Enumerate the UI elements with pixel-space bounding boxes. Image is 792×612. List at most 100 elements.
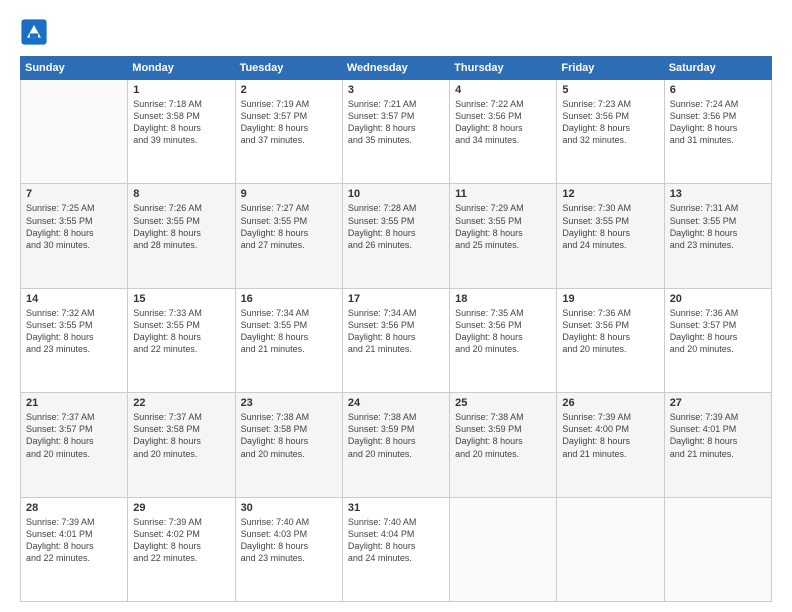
day-info: Sunrise: 7:22 AM Sunset: 3:56 PM Dayligh… — [455, 98, 551, 147]
calendar-cell: 20Sunrise: 7:36 AM Sunset: 3:57 PM Dayli… — [664, 288, 771, 392]
calendar-cell — [664, 497, 771, 601]
calendar-cell — [21, 80, 128, 184]
calendar-cell: 24 Sunrise: 7:38 AM Sunset: 3:59 PM Dayli… — [342, 393, 449, 497]
calendar-cell: 25 Sunrise: 7:38 AM Sunset: 3:59 PM Dayli… — [450, 393, 557, 497]
day-info: Sunrise: 7:35 AM Sunset: 3:56 PM Dayligh… — [455, 307, 551, 356]
calendar-cell: 8Sunrise: 7:26 AM Sunset: 3:55 PM Daylig… — [128, 184, 235, 288]
day-info: Sunrise: 7:19 AM Sunset: 3:57 PM Dayligh… — [241, 98, 337, 147]
day-info: Sunrise: 7:24 AM Sunset: 3:56 PM Dayligh… — [670, 98, 766, 147]
calendar-week-row: 21 Sunrise: 7:37 AM Sunset: 3:57 PM Dayli… — [21, 393, 772, 497]
calendar-cell: 27 Sunrise: 7:39 AM Sunset: 4:01 PM Dayli… — [664, 393, 771, 497]
calendar-cell: 11 Sunrise: 7:29 AM Sunset: 3:55 PM Dayli… — [450, 184, 557, 288]
day-number: 3 — [348, 84, 444, 96]
day-number: 4 — [455, 84, 551, 96]
calendar-cell: 10Sunrise: 7:28 AM Sunset: 3:55 PM Dayli… — [342, 184, 449, 288]
calendar-day-header: Saturday — [664, 57, 771, 80]
calendar-week-row: 1 Sunrise: 7:18 AM Sunset: 3:58 PM Daylig… — [21, 80, 772, 184]
day-info: Sunrise: 7:28 AM Sunset: 3:55 PM Dayligh… — [348, 202, 444, 251]
day-info: Sunrise: 7:31 AM Sunset: 3:55 PM Dayligh… — [670, 202, 766, 251]
day-number: 15 — [133, 293, 229, 305]
day-info: Sunrise: 7:38 AM Sunset: 3:59 PM Dayligh… — [348, 411, 444, 460]
calendar-cell: 4 Sunrise: 7:22 AM Sunset: 3:56 PM Daylig… — [450, 80, 557, 184]
day-info: Sunrise: 7:23 AM Sunset: 3:56 PM Dayligh… — [562, 98, 658, 147]
day-number: 9 — [241, 188, 337, 200]
day-info: Sunrise: 7:39 AM Sunset: 4:00 PM Dayligh… — [562, 411, 658, 460]
day-number: 31 — [348, 502, 444, 514]
calendar-cell: 1 Sunrise: 7:18 AM Sunset: 3:58 PM Daylig… — [128, 80, 235, 184]
day-info: Sunrise: 7:36 AM Sunset: 3:57 PM Dayligh… — [670, 307, 766, 356]
calendar-cell: 18 Sunrise: 7:35 AM Sunset: 3:56 PM Dayli… — [450, 288, 557, 392]
day-info: Sunrise: 7:26 AM Sunset: 3:55 PM Dayligh… — [133, 202, 229, 251]
day-info: Sunrise: 7:38 AM Sunset: 3:59 PM Dayligh… — [455, 411, 551, 460]
day-number: 21 — [26, 397, 122, 409]
calendar-week-row: 28 Sunrise: 7:39 AM Sunset: 4:01 PM Dayli… — [21, 497, 772, 601]
day-number: 5 — [562, 84, 658, 96]
calendar-cell: 31Sunrise: 7:40 AM Sunset: 4:04 PM Dayli… — [342, 497, 449, 601]
day-info: Sunrise: 7:36 AM Sunset: 3:56 PM Dayligh… — [562, 307, 658, 356]
day-info: Sunrise: 7:27 AM Sunset: 3:55 PM Dayligh… — [241, 202, 337, 251]
day-number: 2 — [241, 84, 337, 96]
calendar-cell: 22Sunrise: 7:37 AM Sunset: 3:58 PM Dayli… — [128, 393, 235, 497]
day-number: 17 — [348, 293, 444, 305]
day-number: 13 — [670, 188, 766, 200]
header — [20, 18, 772, 46]
calendar-day-header: Wednesday — [342, 57, 449, 80]
day-info: Sunrise: 7:25 AM Sunset: 3:55 PM Dayligh… — [26, 202, 122, 251]
day-number: 23 — [241, 397, 337, 409]
calendar-cell: 29 Sunrise: 7:39 AM Sunset: 4:02 PM Dayli… — [128, 497, 235, 601]
calendar-cell: 9 Sunrise: 7:27 AM Sunset: 3:55 PM Daylig… — [235, 184, 342, 288]
calendar-week-row: 14Sunrise: 7:32 AM Sunset: 3:55 PM Dayli… — [21, 288, 772, 392]
day-number: 27 — [670, 397, 766, 409]
day-info: Sunrise: 7:18 AM Sunset: 3:58 PM Dayligh… — [133, 98, 229, 147]
calendar-day-header: Tuesday — [235, 57, 342, 80]
day-number: 19 — [562, 293, 658, 305]
day-info: Sunrise: 7:34 AM Sunset: 3:55 PM Dayligh… — [241, 307, 337, 356]
day-number: 11 — [455, 188, 551, 200]
day-number: 1 — [133, 84, 229, 96]
logo-icon — [20, 18, 48, 46]
calendar-table: SundayMondayTuesdayWednesdayThursdayFrid… — [20, 56, 772, 602]
day-info: Sunrise: 7:29 AM Sunset: 3:55 PM Dayligh… — [455, 202, 551, 251]
day-number: 25 — [455, 397, 551, 409]
calendar-cell: 30Sunrise: 7:40 AM Sunset: 4:03 PM Dayli… — [235, 497, 342, 601]
day-number: 7 — [26, 188, 122, 200]
day-number: 16 — [241, 293, 337, 305]
day-number: 12 — [562, 188, 658, 200]
calendar-cell: 23 Sunrise: 7:38 AM Sunset: 3:58 PM Dayli… — [235, 393, 342, 497]
day-info: Sunrise: 7:34 AM Sunset: 3:56 PM Dayligh… — [348, 307, 444, 356]
day-info: Sunrise: 7:37 AM Sunset: 3:57 PM Dayligh… — [26, 411, 122, 460]
calendar-cell: 12 Sunrise: 7:30 AM Sunset: 3:55 PM Dayli… — [557, 184, 664, 288]
calendar-cell: 15Sunrise: 7:33 AM Sunset: 3:55 PM Dayli… — [128, 288, 235, 392]
day-number: 18 — [455, 293, 551, 305]
day-info: Sunrise: 7:21 AM Sunset: 3:57 PM Dayligh… — [348, 98, 444, 147]
calendar-header-row: SundayMondayTuesdayWednesdayThursdayFrid… — [21, 57, 772, 80]
calendar-cell — [557, 497, 664, 601]
calendar-cell: 7 Sunrise: 7:25 AM Sunset: 3:55 PM Daylig… — [21, 184, 128, 288]
calendar-cell: 26 Sunrise: 7:39 AM Sunset: 4:00 PM Dayli… — [557, 393, 664, 497]
calendar-cell — [450, 497, 557, 601]
day-number: 24 — [348, 397, 444, 409]
day-number: 29 — [133, 502, 229, 514]
page: SundayMondayTuesdayWednesdayThursdayFrid… — [0, 0, 792, 612]
calendar-cell: 17 Sunrise: 7:34 AM Sunset: 3:56 PM Dayli… — [342, 288, 449, 392]
day-info: Sunrise: 7:30 AM Sunset: 3:55 PM Dayligh… — [562, 202, 658, 251]
day-number: 6 — [670, 84, 766, 96]
day-info: Sunrise: 7:38 AM Sunset: 3:58 PM Dayligh… — [241, 411, 337, 460]
calendar-week-row: 7 Sunrise: 7:25 AM Sunset: 3:55 PM Daylig… — [21, 184, 772, 288]
calendar-cell: 2 Sunrise: 7:19 AM Sunset: 3:57 PM Daylig… — [235, 80, 342, 184]
calendar-cell: 13 Sunrise: 7:31 AM Sunset: 3:55 PM Dayli… — [664, 184, 771, 288]
day-info: Sunrise: 7:39 AM Sunset: 4:01 PM Dayligh… — [26, 516, 122, 565]
calendar-cell: 19 Sunrise: 7:36 AM Sunset: 3:56 PM Dayli… — [557, 288, 664, 392]
day-number: 30 — [241, 502, 337, 514]
day-number: 22 — [133, 397, 229, 409]
day-info: Sunrise: 7:39 AM Sunset: 4:02 PM Dayligh… — [133, 516, 229, 565]
day-number: 28 — [26, 502, 122, 514]
calendar-cell: 28 Sunrise: 7:39 AM Sunset: 4:01 PM Dayli… — [21, 497, 128, 601]
calendar-cell: 21 Sunrise: 7:37 AM Sunset: 3:57 PM Dayli… — [21, 393, 128, 497]
day-number: 26 — [562, 397, 658, 409]
day-info: Sunrise: 7:39 AM Sunset: 4:01 PM Dayligh… — [670, 411, 766, 460]
calendar-cell: 5 Sunrise: 7:23 AM Sunset: 3:56 PM Daylig… — [557, 80, 664, 184]
logo — [20, 18, 50, 46]
calendar-day-header: Thursday — [450, 57, 557, 80]
calendar-day-header: Sunday — [21, 57, 128, 80]
